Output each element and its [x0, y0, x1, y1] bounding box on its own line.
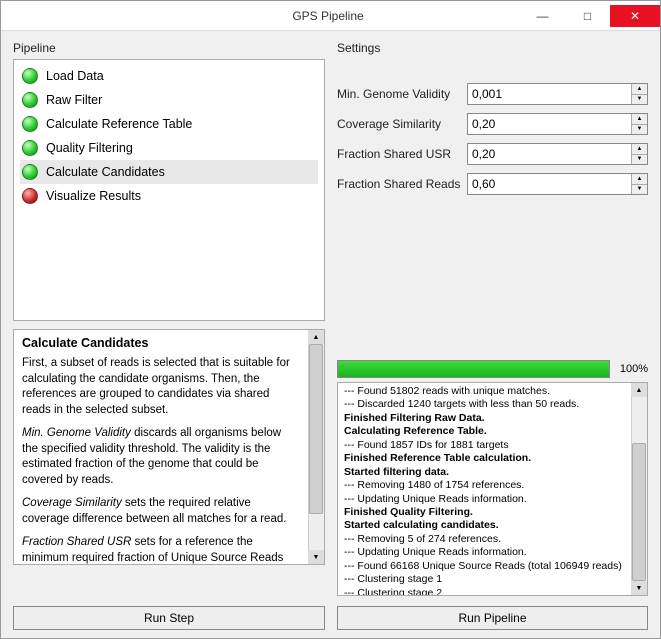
setting-row: Coverage Similarity▲▼: [337, 113, 648, 135]
log-line: Started filtering data.: [344, 466, 627, 479]
pipeline-item-label: Calculate Candidates: [46, 165, 165, 179]
log-line: --- Updating Unique Reads information.: [344, 493, 627, 506]
setting-input[interactable]: [468, 114, 631, 134]
setting-row: Fraction Shared USR▲▼: [337, 143, 648, 165]
log-line: Finished Filtering Raw Data.: [344, 412, 627, 425]
progress-fill: [338, 361, 609, 377]
scroll-thumb[interactable]: [309, 344, 323, 514]
description-text: Fraction Shared USR sets for a reference…: [22, 535, 300, 565]
log-line: --- Removing 5 of 274 references.: [344, 533, 627, 546]
setting-row: Min. Genome Validity▲▼: [337, 83, 648, 105]
run-step-button[interactable]: Run Step: [13, 606, 325, 630]
scroll-down-icon[interactable]: ▼: [631, 581, 647, 595]
log-line: --- Found 1857 IDs for 1881 targets: [344, 439, 627, 452]
pipeline-list: Load Data Raw Filter Calculate Reference T…: [13, 59, 325, 321]
setting-label: Fraction Shared Reads: [337, 177, 467, 191]
minimize-button[interactable]: —: [520, 5, 565, 27]
status-done-icon: [22, 92, 38, 108]
status-pending-icon: [22, 188, 38, 204]
pipeline-item-label: Calculate Reference Table: [46, 117, 192, 131]
description-panel: Calculate Candidates First, a subset of …: [13, 329, 325, 565]
description-text: First, a subset of reads is selected tha…: [22, 356, 300, 418]
progress-bar: [337, 360, 610, 378]
spinner-up-icon[interactable]: ▲: [632, 144, 647, 155]
spinner-down-icon[interactable]: ▼: [632, 155, 647, 165]
pipeline-item-label: Visualize Results: [46, 189, 141, 203]
setting-label: Min. Genome Validity: [337, 87, 467, 101]
pipeline-item[interactable]: Load Data: [20, 64, 318, 88]
log-line: Calculating Reference Table.: [344, 425, 627, 438]
setting-row: Fraction Shared Reads▲▼: [337, 173, 648, 195]
setting-spinner[interactable]: ▲▼: [467, 173, 648, 195]
spinner-down-icon[interactable]: ▼: [632, 95, 647, 105]
log-line: --- Removing 1480 of 1754 references.: [344, 479, 627, 492]
progress-percent: 100%: [614, 363, 648, 375]
scroll-down-icon[interactable]: ▼: [308, 550, 324, 564]
log-line: --- Discarded 1240 targets with less tha…: [344, 398, 627, 411]
pipeline-item[interactable]: Quality Filtering: [20, 136, 318, 160]
description-text: Coverage Similarity sets the required re…: [22, 496, 300, 527]
status-done-icon: [22, 164, 38, 180]
setting-input[interactable]: [468, 174, 631, 194]
spinner-up-icon[interactable]: ▲: [632, 174, 647, 185]
log-line: --- Clustering stage 2: [344, 587, 627, 596]
status-done-icon: [22, 68, 38, 84]
log-panel: --- Found 51802 reads with unique matche…: [337, 382, 648, 596]
spinner-up-icon[interactable]: ▲: [632, 114, 647, 125]
maximize-button[interactable]: □: [565, 5, 610, 27]
log-line: Started calculating candidates.: [344, 519, 627, 532]
progress-row: 100%: [337, 360, 648, 378]
description-scrollbar[interactable]: ▲ ▼: [308, 330, 324, 564]
log-scrollbar[interactable]: ▲ ▼: [631, 383, 647, 595]
description-text: Min. Genome Validity discards all organi…: [22, 426, 300, 488]
pipeline-item-label: Raw Filter: [46, 93, 102, 107]
spinner-down-icon[interactable]: ▼: [632, 185, 647, 195]
setting-input[interactable]: [468, 144, 631, 164]
scroll-up-icon[interactable]: ▲: [308, 330, 324, 344]
scroll-thumb[interactable]: [632, 443, 646, 581]
spinner-down-icon[interactable]: ▼: [632, 125, 647, 135]
setting-spinner[interactable]: ▲▼: [467, 143, 648, 165]
scroll-up-icon[interactable]: ▲: [631, 383, 647, 397]
run-pipeline-button[interactable]: Run Pipeline: [337, 606, 648, 630]
close-button[interactable]: ✕: [610, 5, 660, 27]
log-line: --- Clustering stage 1: [344, 573, 627, 586]
log-line: --- Updating Unique Reads information.: [344, 546, 627, 559]
setting-spinner[interactable]: ▲▼: [467, 113, 648, 135]
setting-input[interactable]: [468, 84, 631, 104]
settings-panel: Min. Genome Validity▲▼Coverage Similarit…: [337, 59, 648, 203]
window-title: GPS Pipeline: [136, 9, 520, 23]
description-title: Calculate Candidates: [22, 336, 300, 350]
log-line: --- Found 66168 Unique Source Reads (tot…: [344, 560, 627, 573]
pipeline-item[interactable]: Calculate Candidates: [20, 160, 318, 184]
app-window: GPS Pipeline — □ ✕ Pipeline Load Data Raw…: [0, 0, 661, 639]
setting-label: Fraction Shared USR: [337, 147, 467, 161]
pipeline-panel-label: Pipeline: [13, 41, 325, 55]
status-done-icon: [22, 140, 38, 156]
setting-label: Coverage Similarity: [337, 117, 467, 131]
log-line: Finished Reference Table calculation.: [344, 452, 627, 465]
log-line: --- Found 51802 reads with unique matche…: [344, 385, 627, 398]
log-line: Finished Quality Filtering.: [344, 506, 627, 519]
pipeline-item-label: Quality Filtering: [46, 141, 133, 155]
pipeline-item[interactable]: Visualize Results: [20, 184, 318, 208]
settings-panel-label: Settings: [337, 41, 648, 55]
status-done-icon: [22, 116, 38, 132]
pipeline-item[interactable]: Calculate Reference Table: [20, 112, 318, 136]
spinner-up-icon[interactable]: ▲: [632, 84, 647, 95]
setting-spinner[interactable]: ▲▼: [467, 83, 648, 105]
pipeline-item-label: Load Data: [46, 69, 104, 83]
titlebar: GPS Pipeline — □ ✕: [1, 1, 660, 31]
pipeline-item[interactable]: Raw Filter: [20, 88, 318, 112]
